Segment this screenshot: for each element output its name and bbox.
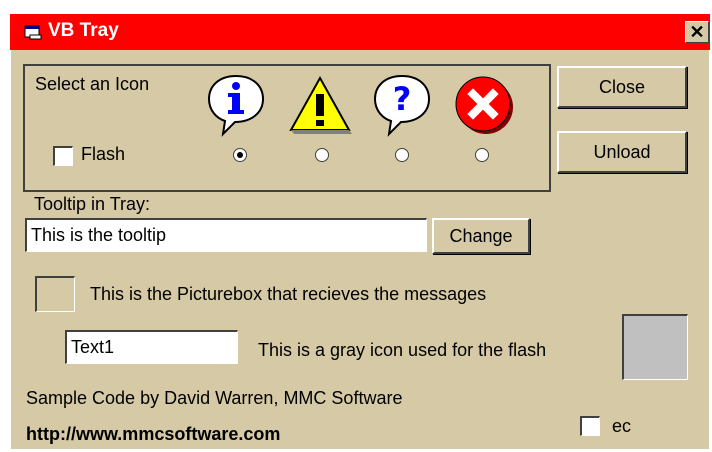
close-icon[interactable]: ✕	[685, 21, 709, 43]
error-icon	[455, 76, 513, 134]
app-icon	[24, 25, 42, 40]
tooltip-input[interactable]: This is the tooltip	[25, 218, 427, 252]
ec-checkbox[interactable]	[580, 416, 600, 436]
radio-error[interactable]	[475, 148, 489, 162]
select-icon-label: Select an Icon	[35, 74, 150, 94]
close-button[interactable]: Close	[557, 66, 687, 108]
title-bar[interactable]: VB Tray ✕	[10, 14, 710, 50]
credit-text: Sample Code by David Warren, MMC Softwar…	[26, 388, 403, 408]
radio-info[interactable]	[233, 148, 247, 162]
warning-icon	[289, 75, 352, 134]
select-icon-frame: Select an Icon ? Flash	[23, 64, 551, 192]
flash-checkbox[interactable]	[53, 146, 73, 166]
tooltip-label: Tooltip in Tray:	[34, 194, 151, 214]
radio-selected-dot	[237, 152, 243, 158]
gray-icon-label: This is a gray icon used for the flash	[258, 340, 547, 360]
svg-text:?: ?	[393, 80, 412, 118]
info-icon	[207, 74, 265, 137]
gray-icon-picturebox	[622, 314, 688, 380]
window-title: VB Tray	[48, 20, 119, 41]
radio-warning[interactable]	[315, 148, 329, 162]
picturebox	[35, 276, 75, 312]
question-icon: ?	[373, 74, 431, 137]
text1-input[interactable]: Text1	[65, 330, 238, 364]
website-link[interactable]: http://www.mmcsoftware.com	[26, 424, 280, 445]
change-button[interactable]: Change	[432, 218, 530, 254]
picturebox-label: This is the Picturebox that recieves the…	[90, 284, 487, 304]
vb-tray-window: VB Tray ✕ Select an Icon ? Flash Close U…	[10, 14, 710, 450]
ec-label: ec	[612, 416, 632, 436]
flash-label: Flash	[81, 144, 126, 164]
unload-button[interactable]: Unload	[557, 131, 687, 173]
radio-question[interactable]	[395, 148, 409, 162]
